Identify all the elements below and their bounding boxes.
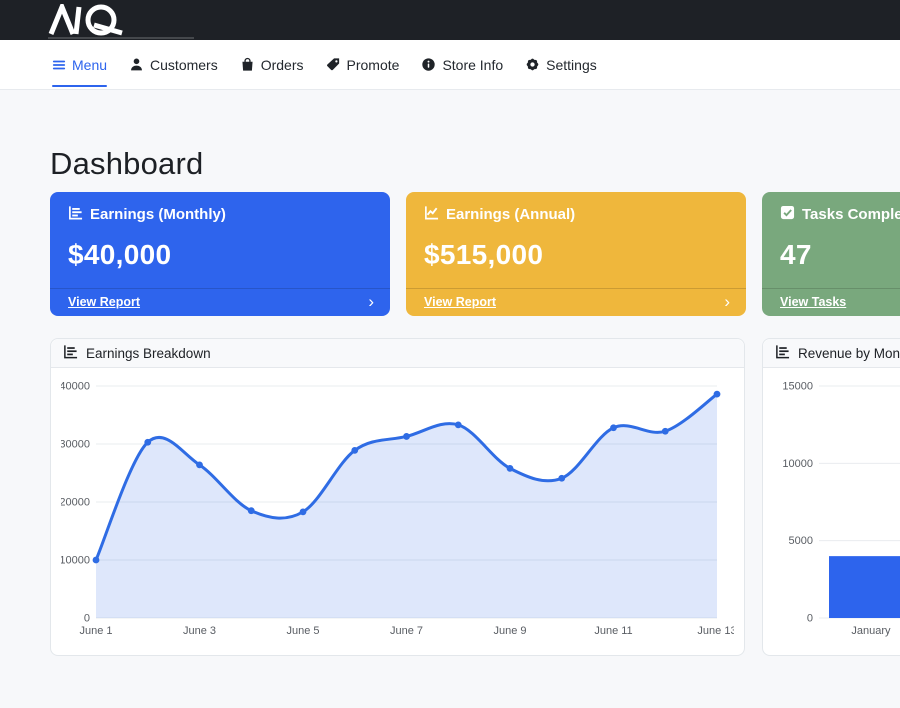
chevron-right-icon: › [724,293,730,310]
view-report-link[interactable]: View Report [68,295,140,309]
svg-text:June 7: June 7 [390,625,423,637]
bar-chart-icon [68,205,83,224]
hamburger-icon [52,58,66,72]
nav-label: Menu [72,57,107,73]
svg-text:0: 0 [84,613,90,625]
chart-card-title: Revenue by Month [798,346,900,361]
line-chart-icon [424,205,439,224]
logo-underline [48,37,194,39]
revenue-by-month-card: Revenue by Month 0 5000 10000 15000 January [762,338,900,656]
stat-card-row: Earnings (Monthly) $40,000 View Report ›… [50,192,900,316]
svg-text:June 13: June 13 [697,625,734,637]
nav-label: Customers [150,57,218,73]
svg-text:20000: 20000 [61,497,90,509]
shopping-bag-icon [240,57,255,72]
svg-text:10000: 10000 [782,458,813,470]
page-content: Dashboard Earnings (Monthly) $40,000 Vie… [0,146,900,656]
brand-logo[interactable] [48,4,132,41]
svg-text:January: January [851,625,891,637]
chart-row: Earnings Breakdown 0 10000 20000 30000 40000… [50,338,900,656]
dashboard-app: Menu Customers Orders Promote Store Info [0,0,900,708]
stat-card-earnings-monthly: Earnings (Monthly) $40,000 View Report › [50,192,390,316]
stat-card-earnings-annual: Earnings (Annual) $515,000 View Report › [406,192,746,316]
nav-label: Promote [347,57,400,73]
stat-card-title: Tasks Completed [802,206,900,223]
main-navbar: Menu Customers Orders Promote Store Info [0,40,900,90]
svg-text:June 3: June 3 [183,625,216,637]
stat-card-title: Earnings (Monthly) [90,206,226,223]
revenue-by-month-bar-chart: 0 5000 10000 15000 January [773,374,900,646]
svg-text:0: 0 [807,613,813,625]
chevron-right-icon: › [368,293,374,310]
nav-label: Store Info [442,57,503,73]
stat-card-value: $515,000 [424,239,728,271]
nav-label: Settings [546,57,597,73]
brand-logo-icon [48,4,132,36]
topbar [0,0,900,40]
nav-item-promote[interactable]: Promote [326,40,400,89]
svg-text:June 11: June 11 [594,625,632,637]
tag-icon [326,57,341,72]
nav-item-customers[interactable]: Customers [129,40,218,89]
view-report-link[interactable]: View Report [424,295,496,309]
svg-text:40000: 40000 [61,381,90,393]
svg-text:5000: 5000 [789,535,813,547]
nav-item-store-info[interactable]: Store Info [421,40,503,89]
nav-item-settings[interactable]: Settings [525,40,597,89]
bar-chart-icon [775,344,790,362]
page-title: Dashboard [50,146,900,182]
check-square-icon [780,205,795,224]
bar-chart-icon [63,344,78,362]
svg-text:10000: 10000 [61,555,90,567]
svg-text:June 1: June 1 [79,625,112,637]
stat-card-value: 47 [780,239,900,271]
gear-icon [525,57,540,72]
stat-card-value: $40,000 [68,239,372,271]
nav-item-orders[interactable]: Orders [240,40,304,89]
stat-card-tasks-completed: Tasks Completed 47 View Tasks › [762,192,900,316]
person-icon [129,57,144,72]
chart-card-title: Earnings Breakdown [86,346,211,361]
svg-text:30000: 30000 [61,439,90,451]
earnings-breakdown-line-chart: 0 10000 20000 30000 40000 June 1 June 3 June 5 J… [61,374,734,646]
stat-card-title: Earnings (Annual) [446,206,575,223]
svg-text:June 5: June 5 [286,625,319,637]
nav-label: Orders [261,57,304,73]
view-tasks-link[interactable]: View Tasks [780,295,846,309]
svg-text:June 9: June 9 [493,625,526,637]
svg-text:15000: 15000 [782,381,813,393]
earnings-breakdown-card: Earnings Breakdown 0 10000 20000 30000 40000… [50,338,745,656]
nav-item-menu[interactable]: Menu [52,40,107,89]
info-circle-icon [421,57,436,72]
